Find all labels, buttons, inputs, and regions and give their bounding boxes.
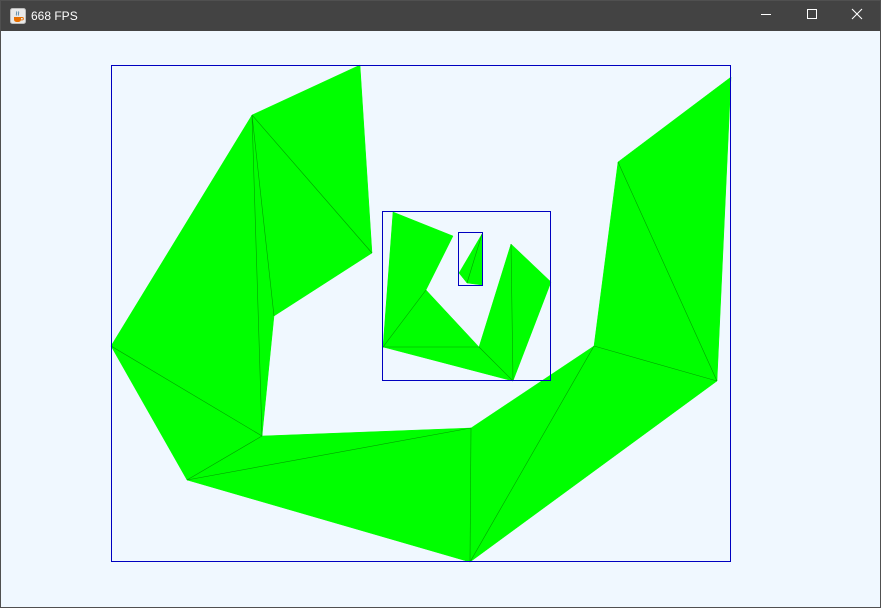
close-icon xyxy=(851,7,863,25)
inner-shape xyxy=(458,232,483,286)
minimize-icon xyxy=(760,7,772,25)
close-button[interactable] xyxy=(834,1,880,31)
title-bar[interactable]: 668 FPS xyxy=(1,1,880,31)
window-title: 668 FPS xyxy=(31,9,78,23)
application-window: 668 FPS xyxy=(0,0,881,608)
maximize-icon xyxy=(806,7,818,25)
inner-polygon xyxy=(458,233,483,286)
scene-drawing xyxy=(110,64,732,563)
maximize-button[interactable] xyxy=(789,1,835,31)
middle-shape xyxy=(382,211,552,382)
java-cup-icon xyxy=(10,8,26,24)
render-canvas[interactable] xyxy=(1,31,880,607)
middle-polygon xyxy=(382,211,552,382)
minimize-button[interactable] xyxy=(743,1,789,31)
